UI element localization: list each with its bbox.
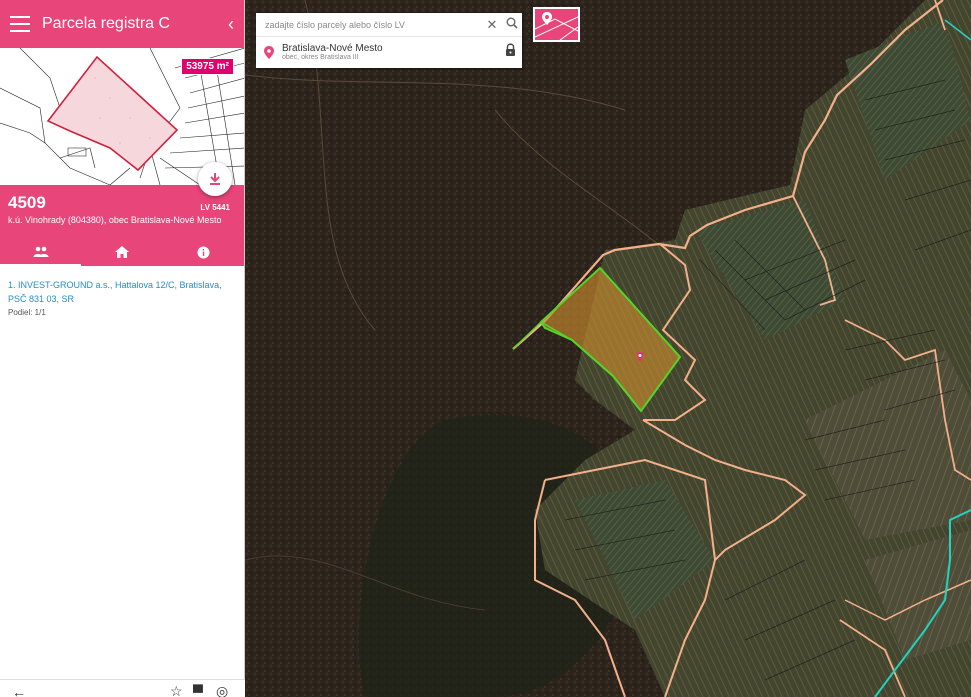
map-layer-button[interactable]	[533, 7, 580, 42]
lock-icon[interactable]	[498, 43, 522, 61]
map-canvas[interactable]	[245, 0, 971, 697]
arrow-left-icon[interactable]: ←	[12, 684, 26, 697]
gps-icon[interactable]: ◎	[216, 683, 228, 697]
download-button[interactable]	[198, 162, 232, 196]
location-result[interactable]: Bratislava-Nové Mesto obec, okres Bratis…	[256, 37, 522, 67]
bottom-toolbar: ← ☆ ▀ ◎	[0, 679, 245, 697]
list-item: 1. INVEST-GROUND a.s., Hattalova 12/C, B…	[8, 278, 236, 317]
lv-number[interactable]: LV 5441	[200, 203, 230, 212]
owners-list: 1. INVEST-GROUND a.s., Hattalova 12/C, B…	[0, 266, 244, 329]
tab-building[interactable]	[81, 238, 162, 266]
tab-info[interactable]	[163, 238, 244, 266]
search-input[interactable]	[265, 19, 482, 30]
print-icon[interactable]: ▀	[193, 684, 203, 697]
sidebar-tabs	[0, 238, 244, 266]
location-pin-icon	[264, 45, 274, 59]
satellite-map[interactable]	[245, 0, 971, 697]
owner-line-2[interactable]: PSČ 831 03, SR	[8, 292, 236, 306]
app-root: Parcela registra C ‹ 53975 m² 4509 LV 54…	[0, 0, 971, 697]
tab-owners[interactable]	[0, 238, 82, 266]
sidebar-header: Parcela registra C ‹	[0, 0, 244, 48]
star-icon[interactable]: ☆	[170, 683, 183, 697]
search-panel: ✕ Bratislava-Nové Mesto obec, okres Brat…	[256, 13, 522, 68]
info-icon	[197, 246, 210, 258]
page-title: Parcela registra C	[42, 15, 171, 32]
home-icon	[114, 246, 129, 258]
area-badge: 53975 m²	[181, 58, 234, 75]
owner-line-1[interactable]: 1. INVEST-GROUND a.s., Hattalova 12/C, B…	[8, 278, 236, 292]
menu-icon[interactable]	[10, 16, 30, 32]
location-name: Bratislava-Nové Mesto	[282, 43, 383, 54]
chevron-left-icon[interactable]: ‹	[228, 14, 234, 35]
download-icon	[210, 173, 220, 185]
owner-share: Podiel: 1/1	[8, 308, 46, 317]
parcel-sidebar: Parcela registra C ‹ 53975 m² 4509 LV 54…	[0, 0, 245, 697]
map-layer-icon	[535, 12, 578, 40]
close-icon[interactable]: ✕	[482, 17, 502, 33]
search-icon[interactable]	[502, 17, 522, 32]
cadastral-area: k.ú. Vinohrady (804380), obec Bratislava…	[8, 215, 222, 225]
location-sub: obec, okres Bratislava III	[282, 54, 359, 61]
people-icon	[33, 246, 49, 257]
